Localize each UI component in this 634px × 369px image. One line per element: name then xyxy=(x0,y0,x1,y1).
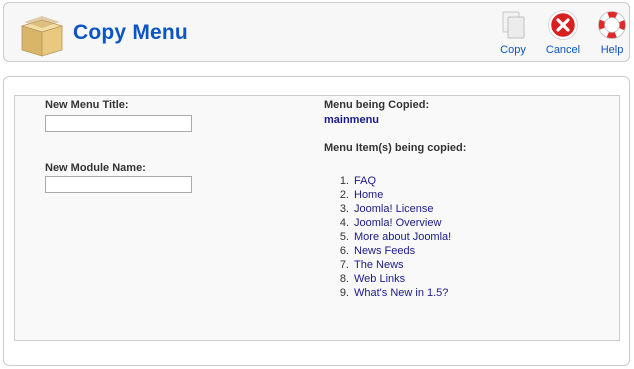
list-item: 2. Home xyxy=(324,188,451,202)
list-item: 3. Joomla! License xyxy=(324,202,451,216)
menu-item-link[interactable]: Home xyxy=(354,189,383,201)
list-item: 9. What's New in 1.5? xyxy=(324,286,451,300)
list-item-number: 8. xyxy=(339,273,349,285)
help-button[interactable]: Help xyxy=(590,9,634,61)
lifebuoy-icon xyxy=(598,11,626,39)
copy-button[interactable]: Copy xyxy=(491,9,535,61)
list-item-number: 1. xyxy=(339,175,349,187)
list-item-number: 7. xyxy=(339,259,349,271)
list-item: 1. FAQ xyxy=(324,174,451,188)
list-item-number: 9. xyxy=(339,287,349,299)
new-module-name-label: New Module Name: xyxy=(45,162,146,174)
menu-item-link[interactable]: Joomla! Overview xyxy=(354,217,441,229)
menu-item-link[interactable]: More about Joomla! xyxy=(354,231,451,243)
toolbar-header: Copy Menu Copy Cancel Help xyxy=(3,2,630,62)
list-item: 5. More about Joomla! xyxy=(324,230,451,244)
list-item: 7. The News xyxy=(324,258,451,272)
page-title: Copy Menu xyxy=(73,21,188,44)
menu-item-link[interactable]: News Feeds xyxy=(354,245,415,257)
menu-items-label: Menu Item(s) being copied: xyxy=(324,142,467,154)
list-item-number: 3. xyxy=(339,203,349,215)
new-module-name-input[interactable] xyxy=(45,176,192,193)
new-menu-title-input[interactable] xyxy=(45,115,192,132)
list-item-number: 2. xyxy=(339,189,349,201)
menu-copied-value: mainmenu xyxy=(324,114,380,126)
copy-label: Copy xyxy=(500,44,526,56)
list-item-number: 4. xyxy=(339,217,349,229)
menu-copied-label: Menu being Copied: xyxy=(324,99,430,111)
package-box-icon xyxy=(20,16,64,57)
cancel-label: Cancel xyxy=(545,44,581,56)
list-item-number: 6. xyxy=(339,245,349,257)
menu-item-link[interactable]: Joomla! License xyxy=(354,203,434,215)
menu-items-list: 1. FAQ 2. Home 3. Joomla! License 4. Joomla! Ov… xyxy=(324,174,451,300)
help-label: Help xyxy=(600,44,624,56)
copy-form-panel: New Menu Title: New Module Name: Menu be… xyxy=(14,95,620,341)
list-item: 4. Joomla! Overview xyxy=(324,216,451,230)
list-item: 8. Web Links xyxy=(324,272,451,286)
new-menu-title-label: New Menu Title: xyxy=(45,99,129,111)
cancel-button[interactable]: Cancel xyxy=(541,9,585,61)
menu-item-link[interactable]: FAQ xyxy=(354,175,376,187)
menu-item-link[interactable]: The News xyxy=(354,259,404,271)
content-area: New Menu Title: New Module Name: Menu be… xyxy=(3,76,630,366)
cancel-icon xyxy=(548,10,578,40)
menu-item-link[interactable]: What's New in 1.5? xyxy=(354,287,448,299)
list-item-number: 5. xyxy=(339,231,349,243)
menu-item-link[interactable]: Web Links xyxy=(354,273,405,285)
list-item: 6. News Feeds xyxy=(324,244,451,258)
copy-icon xyxy=(502,11,525,39)
